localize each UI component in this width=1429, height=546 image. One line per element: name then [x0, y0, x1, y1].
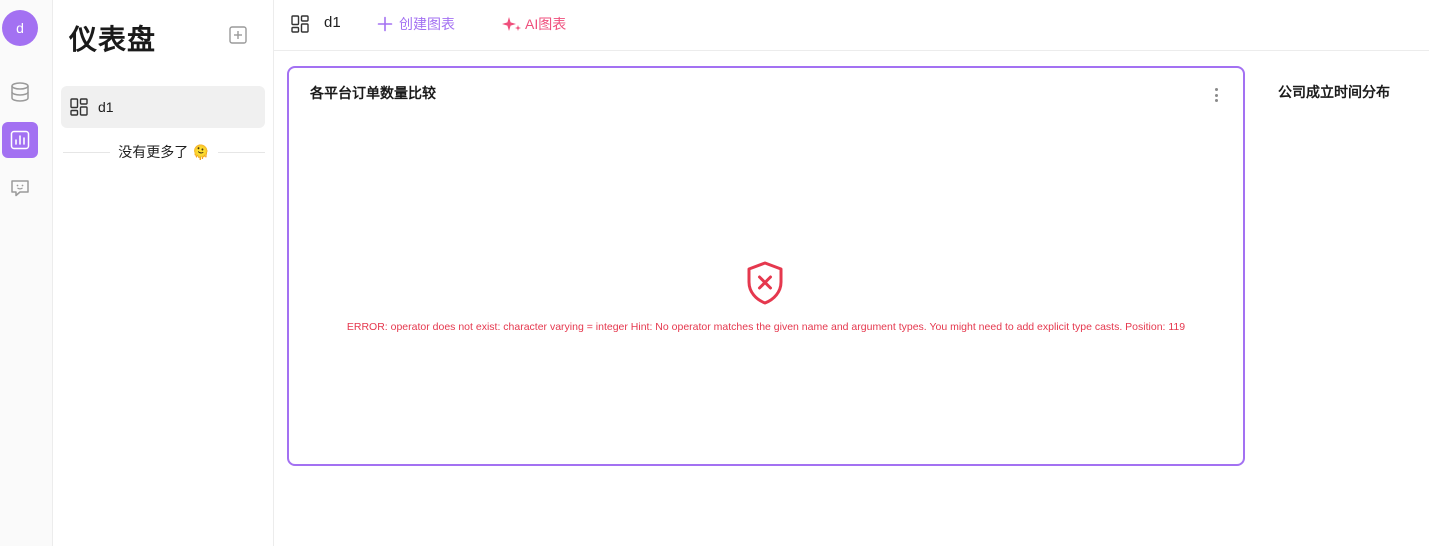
- dashboard-list-panel: 仪表盘 d1 没有更多了 🫠: [53, 0, 274, 546]
- user-avatar[interactable]: d: [2, 10, 38, 46]
- add-dashboard-button[interactable]: [229, 26, 247, 44]
- create-chart-label: 创建图表: [399, 16, 455, 32]
- shield-error-icon: [745, 260, 785, 311]
- bar-chart-icon: [10, 130, 30, 150]
- chart-card[interactable]: 各平台订单数量比较 ERROR: operator does not exist…: [287, 66, 1245, 466]
- more-dots-icon: [1214, 88, 1218, 91]
- list-end-indicator: 没有更多了 🫠: [63, 142, 265, 162]
- top-toolbar: d1 创建图表 AI图表: [274, 0, 1429, 51]
- rail-chat-button[interactable]: [2, 170, 38, 206]
- icon-rail: d: [0, 0, 53, 546]
- sparkle-icon: [502, 17, 521, 31]
- plus-icon: [377, 16, 393, 32]
- divider-right: [217, 151, 265, 153]
- plus-square-icon: [229, 26, 247, 44]
- ai-chart-button[interactable]: AI图表: [502, 14, 566, 34]
- ai-chart-label: AI图表: [525, 16, 567, 32]
- panel-title: 仪表盘: [69, 24, 157, 55]
- dashboard-grid-icon: [291, 15, 309, 38]
- chat-bubble-icon: [11, 180, 29, 197]
- chart-card-title-2: 公司成立时间分布: [1278, 84, 1390, 100]
- dashboard-grid-icon: [70, 98, 88, 116]
- rail-dashboard-button[interactable]: [2, 122, 38, 158]
- current-dashboard-name: d1: [324, 14, 341, 31]
- rail-database-button[interactable]: [2, 74, 38, 110]
- divider-left: [63, 151, 111, 153]
- chart-card-title: 各平台订单数量比较: [310, 85, 436, 101]
- more-options-button[interactable]: [1209, 87, 1223, 103]
- chart-error-message: ERROR: operator does not exist: characte…: [346, 321, 1186, 333]
- dashboard-item-label: d1: [98, 99, 114, 115]
- no-more-text: 没有更多了: [118, 144, 189, 160]
- create-chart-button[interactable]: 创建图表: [377, 14, 455, 34]
- database-icon: [11, 82, 29, 102]
- dashboard-list-item[interactable]: d1: [61, 86, 265, 128]
- melting-face-emoji: 🫠: [192, 143, 210, 160]
